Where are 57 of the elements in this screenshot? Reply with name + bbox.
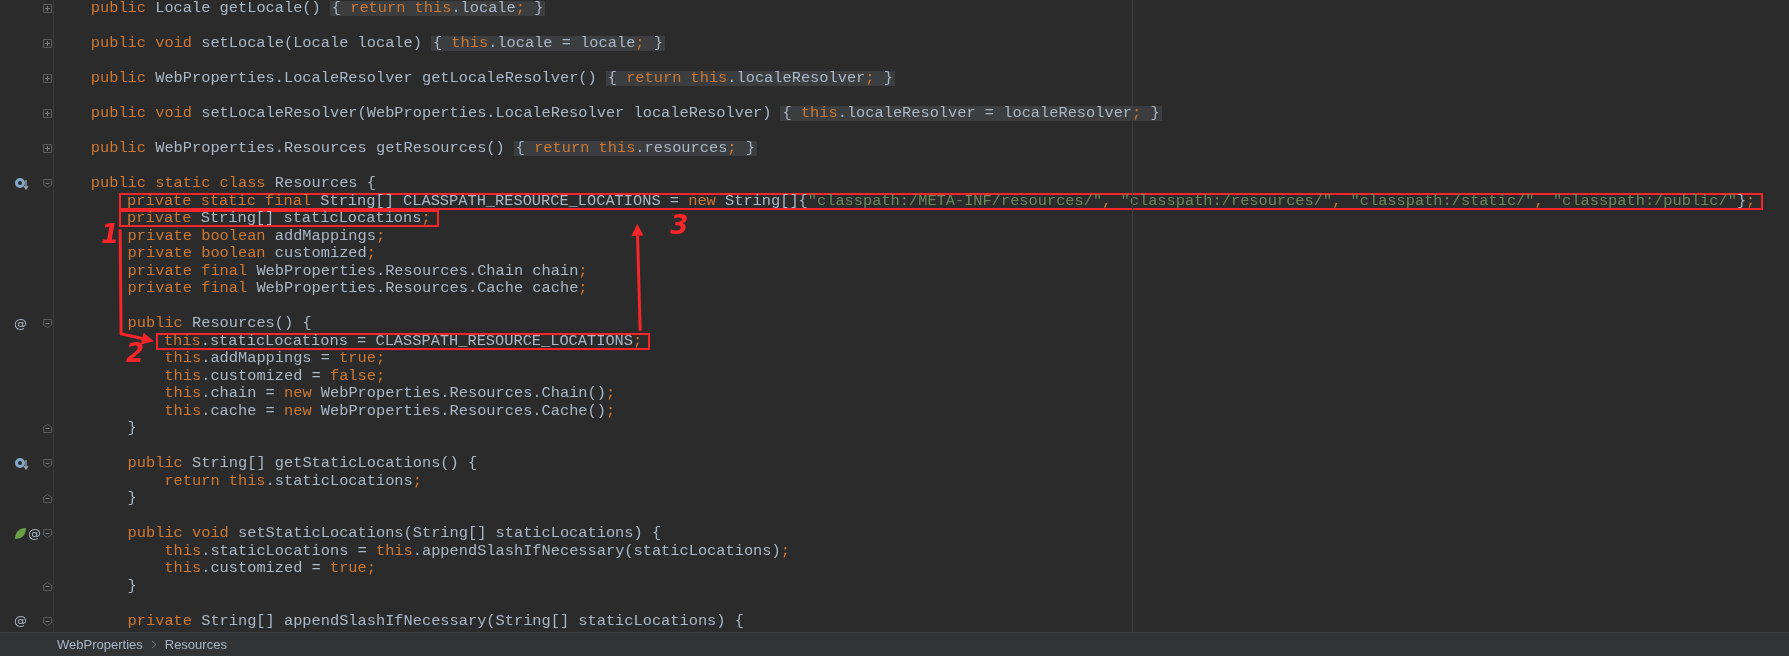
code-line: this.chain = new WebProperties.Resources.Chain(); — [164, 387, 616, 401]
expand-icon[interactable] — [43, 109, 52, 119]
code-line: this.staticLocations = CLASSPATH_RESOURCE_LOCATIONS; — [163, 334, 643, 348]
breadcrumb-item[interactable]: Resources — [164, 637, 227, 652]
folded-code[interactable]: { this.locale = locale; } — [430, 36, 665, 52]
expand-icon[interactable] — [43, 74, 52, 84]
collapse-icon[interactable] — [43, 319, 52, 329]
circle-down-arrow-icon[interactable] — [14, 177, 29, 191]
code-line: private boolean customized; — [127, 247, 376, 261]
expand-icon[interactable] — [43, 39, 52, 49]
collapse-icon[interactable] — [43, 581, 52, 591]
code-line: private static final String[] CLASSPATH_RESOURCE_LOCATIONS = new String[]{"classpath:/META-INF/resources/", "classpath:/resources/", "classpath:/static/", "classpath:/public/"}; — [127, 194, 1756, 208]
code-line: } — [127, 579, 137, 593]
annotation-number: 3 — [670, 209, 689, 240]
collapse-icon[interactable] — [43, 459, 52, 469]
code-line: private boolean addMappings; — [127, 229, 386, 243]
annotation-icon[interactable]: @ — [14, 316, 27, 331]
code-line: } — [127, 492, 137, 506]
annotation-number: 1 — [101, 219, 120, 250]
code-line: public void setLocaleResolver(WebProperties.LocaleResolver localeResolver) — [90, 107, 772, 121]
code-line: this.cache = new WebProperties.Resources.Cache(); — [164, 404, 616, 418]
leaf-icon[interactable] — [14, 527, 27, 541]
code-line: public Resources() { — [127, 317, 312, 331]
code-line: } — [127, 422, 137, 436]
code-line: private String[] staticLocations; — [127, 212, 431, 226]
annotation-number: 2 — [125, 337, 144, 368]
folded-code[interactable]: { return this.resources; } — [513, 141, 757, 157]
code-line: public String[] getStaticLocations() { — [127, 457, 478, 471]
expand-icon[interactable] — [43, 4, 52, 14]
code-line: private final WebProperties.Resources.Cache cache; — [127, 282, 588, 296]
code-line: this.addMappings = true; — [164, 352, 386, 366]
collapse-icon[interactable] — [43, 529, 52, 539]
chevron-icon — [150, 640, 157, 649]
collapse-icon[interactable] — [43, 424, 52, 434]
code-line: public WebProperties.Resources getResources() — [90, 142, 505, 156]
collapse-icon[interactable] — [43, 179, 52, 189]
collapse-icon[interactable] — [43, 616, 52, 626]
code-line: return this.staticLocations; — [164, 474, 422, 488]
code-line: this.customized = true; — [164, 562, 376, 576]
annotation-icon[interactable]: @ — [14, 614, 27, 629]
code-line: this.staticLocations = this.appendSlashIfNecessary(staticLocations); — [164, 544, 790, 558]
folded-code[interactable]: { return this.localeResolver; } — [605, 71, 895, 87]
code-line: public static class Resources { — [90, 177, 376, 191]
code-line: this.customized = false; — [164, 369, 386, 383]
code-line: public WebProperties.LocaleResolver getLocaleResolver() — [90, 72, 597, 86]
folded-code[interactable]: { this.localeResolver = localeResolver; } — [780, 106, 1162, 122]
code-line: private String[] appendSlashIfNecessary(String[] staticLocations) { — [127, 614, 744, 628]
breadcrumb-item[interactable]: WebProperties — [57, 637, 143, 652]
circle-down-arrow-icon[interactable] — [14, 457, 29, 471]
code-line: public Locale getLocale() — [90, 2, 321, 16]
annotation-icon[interactable]: @ — [28, 526, 41, 541]
collapse-icon[interactable] — [43, 494, 52, 504]
code-line: private final WebProperties.Resources.Chain chain; — [127, 264, 588, 278]
expand-icon[interactable] — [43, 144, 52, 154]
folded-code[interactable]: { return this.locale; } — [329, 1, 546, 17]
code-line: public void setLocale(Locale locale) — [90, 37, 422, 51]
code-line: public void setStaticLocations(String[] staticLocations) { — [127, 527, 662, 541]
